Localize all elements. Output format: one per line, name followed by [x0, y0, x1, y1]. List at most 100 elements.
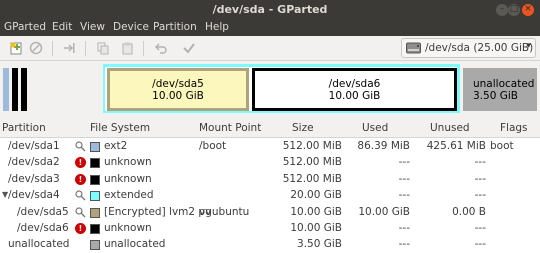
cell-unused: ---	[474, 156, 486, 169]
cell-used: ---	[398, 156, 410, 169]
cell-unused: ---	[474, 172, 486, 185]
col-unused[interactable]: Unused	[430, 122, 470, 134]
map-sda5-name: /dev/sda5	[152, 77, 204, 90]
menu-view[interactable]: View	[80, 21, 105, 33]
cell-file-system: [Encrypted] lvm2 pv	[104, 205, 212, 218]
map-block-sda2[interactable]	[12, 68, 18, 111]
device-label: /dev/sda (25.00 GiB)	[425, 42, 534, 54]
minimize-button[interactable]: –	[496, 4, 508, 16]
table-row[interactable]: /dev/sda2! unknown 512.00 MiB --- ---	[0, 155, 540, 171]
title-bar: /dev/sda - GParted – □ ×	[0, 0, 540, 20]
fs-color-swatch	[90, 142, 100, 152]
fs-color-swatch	[90, 191, 100, 202]
delete-icon	[29, 41, 43, 55]
cell-size: 10.00 GiB	[290, 205, 342, 218]
minimize-icon: –	[499, 4, 505, 14]
col-used[interactable]: Used	[362, 122, 388, 134]
partition-map: /dev/sda5 10.00 GiB /dev/sda6 10.00 GiB …	[0, 61, 540, 118]
maximize-button[interactable]: □	[508, 4, 520, 16]
cell-size: 512.00 MiB	[282, 156, 342, 169]
map-sda6-size: 10.00 GiB	[328, 89, 381, 102]
key-icon	[75, 141, 86, 152]
table-row[interactable]: /dev/sda5 [Encrypted] lvm2 pv vgubuntu 10.0…	[0, 205, 540, 221]
copy-button[interactable]	[96, 41, 110, 55]
cell-file-system: extended	[104, 189, 154, 202]
fs-color-swatch	[90, 207, 100, 218]
cell-partition: /dev/sda1	[8, 140, 60, 152]
cell-partition: /dev/sda6	[17, 222, 69, 234]
cell-size: 10.00 GiB	[290, 222, 342, 234]
table-row[interactable]: unallocated unallocated 3.50 GiB --- ---	[0, 237, 540, 253]
map-sda6-name: /dev/sda6	[328, 77, 381, 90]
cell-partition: unallocated	[8, 238, 70, 251]
partition-table: Partition File System Mount Point Size U…	[0, 118, 540, 253]
paste-icon	[122, 42, 133, 55]
cell-file-system: unallocated	[104, 238, 166, 251]
menu-gparted[interactable]: GParted	[4, 21, 46, 33]
hard-disk-icon	[406, 42, 421, 54]
toolbar-separator	[85, 41, 86, 56]
toolbar-separator	[143, 41, 144, 56]
cell-file-system: unknown	[104, 172, 152, 185]
close-icon: ×	[524, 4, 532, 14]
device-selector[interactable]: /dev/sda (25.00 GiB) ▾	[401, 38, 536, 58]
table-row[interactable]: /dev/sda3! unknown 512.00 MiB --- ---	[0, 172, 540, 188]
cell-partition: /dev/sda4	[8, 189, 60, 202]
fs-color-swatch	[90, 158, 100, 169]
map-unalloc-size: 3.50 GiB	[473, 89, 518, 102]
cell-used: ---	[398, 238, 410, 251]
col-size[interactable]: Size	[292, 122, 314, 134]
map-sda5-size: 10.00 GiB	[152, 89, 204, 102]
cell-used: ---	[398, 222, 410, 234]
toolbar-separator	[52, 41, 53, 56]
menu-device[interactable]: Device	[113, 21, 149, 33]
col-file-system[interactable]: File System	[90, 122, 150, 134]
cell-unused: ---	[474, 238, 486, 251]
cell-mount-point: /boot	[199, 140, 227, 152]
fs-color-swatch	[90, 224, 100, 234]
map-block-sda3[interactable]	[21, 68, 27, 111]
new-partition-button[interactable]	[9, 41, 23, 55]
cell-used: 86.39 MiB	[357, 140, 410, 152]
cell-mount-point: vgubuntu	[199, 205, 250, 218]
warning-icon: !	[75, 173, 86, 185]
map-block-sda1[interactable]	[3, 68, 9, 111]
menu-edit[interactable]: Edit	[52, 21, 72, 33]
copy-icon	[97, 42, 109, 55]
cell-size: 512.00 MiB	[282, 140, 342, 152]
menu-partition[interactable]: Partition	[153, 21, 197, 33]
table-row[interactable]: /dev/sda6! unknown 10.00 GiB --- ---	[0, 221, 540, 237]
cell-unused: 0.00 B	[452, 205, 486, 218]
undo-icon	[154, 43, 167, 54]
paste-button[interactable]	[121, 41, 135, 55]
undo-button[interactable]	[154, 41, 168, 55]
map-block-sda5[interactable]: /dev/sda5 10.00 GiB	[107, 68, 249, 111]
resize-move-icon	[64, 43, 75, 53]
menu-help[interactable]: Help	[205, 21, 229, 33]
cell-unused: 425.61 MiB	[426, 140, 486, 152]
map-block-unallocated[interactable]: unallocated 3.50 GiB	[463, 68, 537, 111]
col-partition[interactable]: Partition	[2, 122, 46, 134]
cell-flags: boot	[490, 140, 514, 152]
table-row[interactable]: /dev/sda1 ext2/boot 512.00 MiB 86.39 MiB 425…	[0, 139, 540, 155]
map-block-sda6[interactable]: /dev/sda6 10.00 GiB	[252, 68, 457, 111]
cell-partition: /dev/sda5	[17, 205, 69, 218]
window-title: /dev/sda - GParted	[212, 3, 328, 16]
map-unalloc-name: unallocated	[473, 77, 535, 90]
cell-used: ---	[398, 189, 410, 202]
cell-file-system: unknown	[104, 156, 152, 169]
cell-partition: /dev/sda3	[8, 172, 60, 185]
cell-unused: ---	[474, 222, 486, 234]
resize-move-button[interactable]	[62, 41, 76, 55]
maximize-icon: □	[509, 4, 519, 14]
col-mount-point[interactable]: Mount Point	[199, 122, 261, 134]
col-flags[interactable]: Flags	[500, 122, 528, 134]
close-button[interactable]: ×	[522, 4, 534, 16]
table-row[interactable]: ▼/dev/sda4 extended 20.00 GiB --- ---	[0, 188, 540, 204]
warning-icon: !	[75, 157, 86, 169]
cell-unused: ---	[474, 189, 486, 202]
chevron-down-icon: ▾	[526, 41, 531, 51]
delete-button[interactable]	[29, 41, 43, 55]
apply-button[interactable]	[182, 41, 196, 55]
menu-bar: GParted Edit View Device Partition Help	[0, 20, 540, 36]
